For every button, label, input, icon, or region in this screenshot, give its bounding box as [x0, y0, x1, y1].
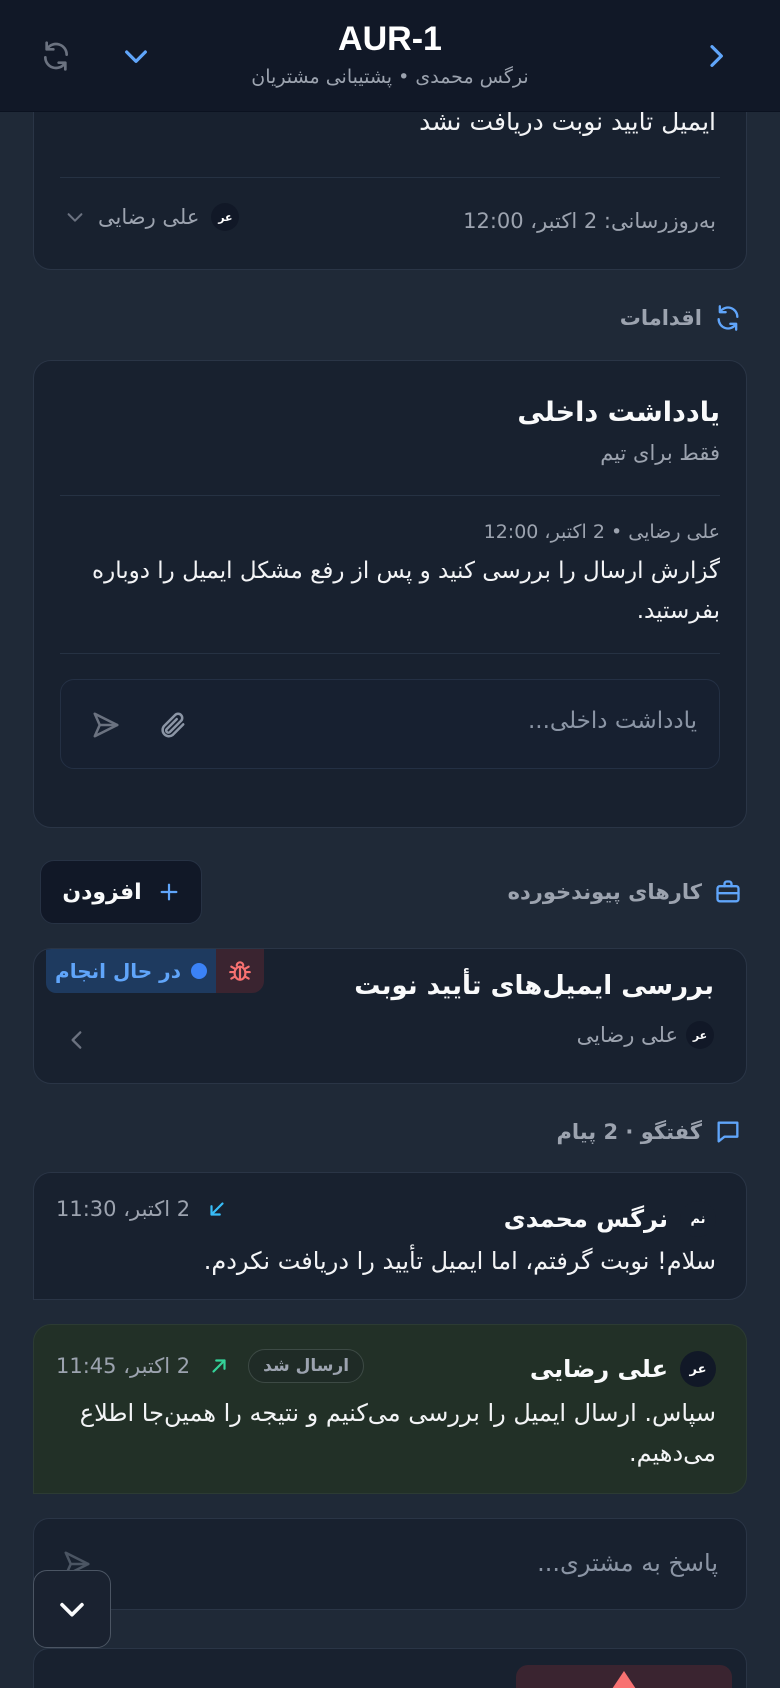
message-icon	[717, 1121, 739, 1143]
assignee-selector[interactable]: علی رضایی عر	[64, 203, 240, 231]
add-task-label: افزودن	[62, 879, 142, 905]
assignee-name: علی رضایی	[98, 205, 200, 229]
sync-icon	[717, 305, 739, 331]
paperclip-icon[interactable]	[157, 710, 187, 740]
top-bar: AUR-1 نرگس محمدی • پشتیبانی مشتریان	[0, 0, 780, 112]
task-assignee: عر علی رضایی	[577, 1021, 714, 1049]
avatar: عر	[686, 1021, 714, 1049]
reply-input[interactable]: پاسخ به مشتری...	[33, 1518, 747, 1610]
warning-icon	[612, 1671, 636, 1688]
chevron-down-icon	[60, 1602, 84, 1617]
outgoing-arrow-icon	[212, 1359, 226, 1373]
internal-note-subtitle: فقط برای تیم	[600, 441, 720, 465]
task-title: بررسی ایمیل‌های تأیید نوبت	[354, 971, 714, 1001]
actions-label: اقدامات	[619, 306, 702, 330]
incoming-arrow-icon	[210, 1202, 224, 1216]
linked-tasks-label: کارهای پیوندخورده	[507, 880, 702, 904]
next-ticket-button[interactable]	[696, 36, 736, 76]
internal-note-input[interactable]: یادداشت داخلی...	[60, 679, 720, 769]
bug-icon	[229, 961, 251, 981]
message-text: سلام! نوبت گرفتم، اما ایمیل تأیید را دری…	[203, 1247, 716, 1275]
internal-note-card: یادداشت داخلی فقط برای تیم علی رضایی • 2…	[33, 360, 747, 828]
divider	[60, 653, 720, 654]
status-label: در حال انجام	[55, 959, 181, 983]
task-assignee-name: علی رضایی	[576, 1023, 678, 1047]
internal-note-placeholder: یادداشت داخلی...	[527, 708, 697, 734]
message-time: 2 اکتبر، 11:30	[56, 1197, 191, 1221]
bug-type-badge	[216, 949, 264, 993]
avatar: عر	[680, 1351, 716, 1387]
task-status-pill: در حال انجام	[46, 949, 290, 993]
scroll-down-button[interactable]	[33, 1570, 111, 1648]
danger-badge-partial	[516, 1665, 732, 1688]
message-sender: نم نرگس محمدی	[504, 1201, 716, 1237]
avatar: عر	[211, 203, 240, 231]
status-dot-icon	[190, 963, 207, 979]
message-bubble-incoming: نم نرگس محمدی 2 اکتبر، 11:30 سلام! نوبت …	[33, 1172, 747, 1300]
message-text: سپاس. ارسال ایمیل را بررسی می‌کنیم و نتی…	[79, 1399, 716, 1467]
message-meta: 2 اکتبر، 11:45 ارسال شد	[56, 1349, 365, 1383]
chevron-left-icon[interactable]	[64, 1027, 90, 1053]
chevron-right-icon	[710, 45, 723, 67]
reply-placeholder: پاسخ به مشتری...	[537, 1549, 718, 1577]
updated-time: به‌روزرسانی: 2 اکتبر، 12:00	[463, 209, 716, 233]
status-badge: در حال انجام	[46, 949, 216, 993]
briefcase-icon	[716, 880, 740, 903]
internal-note-title: یادداشت داخلی	[517, 397, 720, 428]
divider	[60, 177, 720, 178]
note-text: گزارش ارسال را بررسی کنید و پس از رفع مش…	[92, 558, 720, 624]
conversation-section-label: گفتگو · 2 پیام	[556, 1118, 742, 1146]
add-task-button[interactable]: افزودن	[40, 860, 202, 924]
avatar: نم	[680, 1201, 716, 1237]
linked-task-card[interactable]: در حال انجام بررسی ایمیل‌های تأیید نوبت …	[33, 948, 747, 1084]
note-meta: علی رضایی • 2 اکتبر، 12:00	[483, 521, 720, 543]
message-meta: 2 اکتبر، 11:30	[56, 1197, 228, 1221]
message-bubble-outgoing: عر علی رضایی 2 اکتبر، 11:45 ارسال شد سپا…	[33, 1324, 747, 1494]
sender-name: علی رضایی	[529, 1355, 668, 1383]
message-time: 2 اکتبر، 11:45	[56, 1354, 191, 1378]
actions-section-label: اقدامات	[620, 304, 742, 332]
sent-status-badge: ارسال شد	[248, 1349, 365, 1383]
conversation-label: گفتگو · 2 پیام	[556, 1120, 702, 1144]
ticket-subtitle: نرگس محمدی • پشتیبانی مشتریان	[251, 66, 529, 88]
sender-name: نرگس محمدی	[503, 1205, 668, 1233]
plus-icon	[160, 883, 178, 901]
divider	[60, 495, 720, 496]
send-icon[interactable]	[91, 710, 121, 740]
linked-tasks-section-label: کارهای پیوندخورده	[508, 878, 742, 906]
chevron-down-icon	[67, 213, 83, 222]
message-sender: عر علی رضایی	[530, 1351, 716, 1387]
next-card-partial	[33, 1648, 747, 1688]
ticket-id-title: AUR-1	[338, 20, 442, 58]
